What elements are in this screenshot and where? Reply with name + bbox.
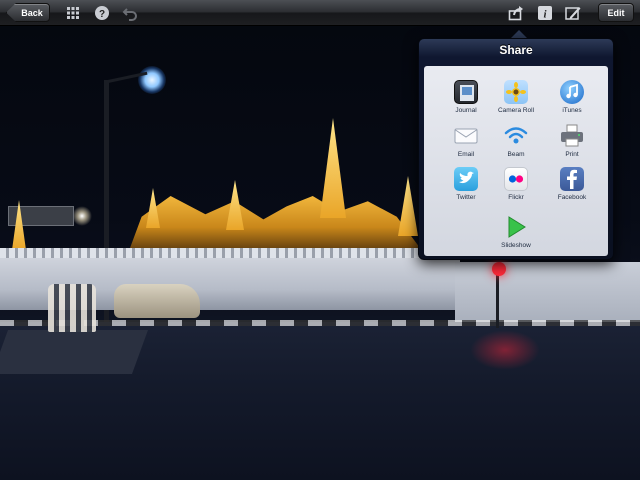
car xyxy=(114,284,200,318)
share-item-label: Twitter xyxy=(456,194,476,201)
grid-icon[interactable] xyxy=(65,5,81,21)
share-item-label: Email xyxy=(457,151,475,158)
traffic-light xyxy=(492,262,506,276)
itunes-icon xyxy=(560,80,584,104)
back-button[interactable]: Back xyxy=(6,3,50,22)
street-light-glow xyxy=(72,206,92,226)
pedestrians xyxy=(48,284,96,332)
flickr-icon xyxy=(504,167,528,191)
share-item-label: Facebook xyxy=(557,194,587,201)
share-item-label: Beam xyxy=(507,151,525,158)
undo-icon[interactable] xyxy=(122,5,138,21)
share-item-label: iTunes xyxy=(562,107,582,114)
share-item-label: Print xyxy=(565,151,579,158)
moon xyxy=(138,66,166,94)
share-item-label: Flickr xyxy=(508,194,524,201)
help-icon[interactable]: ? xyxy=(94,5,110,21)
temple-spire xyxy=(320,118,346,218)
curb xyxy=(0,320,640,326)
edit-photo-icon[interactable] xyxy=(565,5,581,21)
share-item-label: Slideshow xyxy=(501,242,531,249)
share-item-itunes[interactable]: iTunes xyxy=(544,80,600,120)
share-item-journal[interactable]: Journal xyxy=(438,80,494,120)
share-item-facebook[interactable]: Facebook xyxy=(544,167,600,207)
share-item-print[interactable]: Print xyxy=(544,124,600,164)
share-popover: Share Journal Camera Roll iTunes Email B… xyxy=(418,38,614,260)
beam-icon xyxy=(504,124,528,148)
temple-spire xyxy=(398,176,418,236)
svg-text:?: ? xyxy=(99,9,105,20)
share-item-flickr[interactable]: Flickr xyxy=(488,167,544,207)
share-item-label: Journal xyxy=(455,107,477,114)
traffic-light-pole xyxy=(496,270,499,328)
share-item-label: Camera Roll xyxy=(497,107,535,114)
light-reflection xyxy=(470,330,540,370)
top-toolbar: Back ? i Edit xyxy=(0,0,640,26)
print-icon xyxy=(560,124,584,148)
slideshow-icon xyxy=(504,215,528,239)
temple-roofs xyxy=(130,196,420,248)
share-item-email[interactable]: Email xyxy=(438,124,494,164)
share-item-slideshow[interactable]: Slideshow xyxy=(488,215,544,255)
sidewalk xyxy=(0,330,149,374)
share-grid: Journal Camera Roll iTunes Email Beam Pr… xyxy=(424,66,608,256)
facebook-icon xyxy=(560,167,584,191)
share-icon[interactable] xyxy=(508,5,524,21)
twitter-icon xyxy=(454,167,478,191)
email-icon xyxy=(454,124,478,148)
share-item-twitter[interactable]: Twitter xyxy=(438,167,494,207)
camera-roll-icon xyxy=(504,80,528,104)
edit-button[interactable]: Edit xyxy=(598,3,634,22)
popover-title: Share xyxy=(499,43,533,57)
share-item-camera-roll[interactable]: Camera Roll xyxy=(488,80,544,120)
share-item-beam[interactable]: Beam xyxy=(488,124,544,164)
info-icon[interactable]: i xyxy=(537,5,553,21)
journal-icon xyxy=(454,80,478,104)
